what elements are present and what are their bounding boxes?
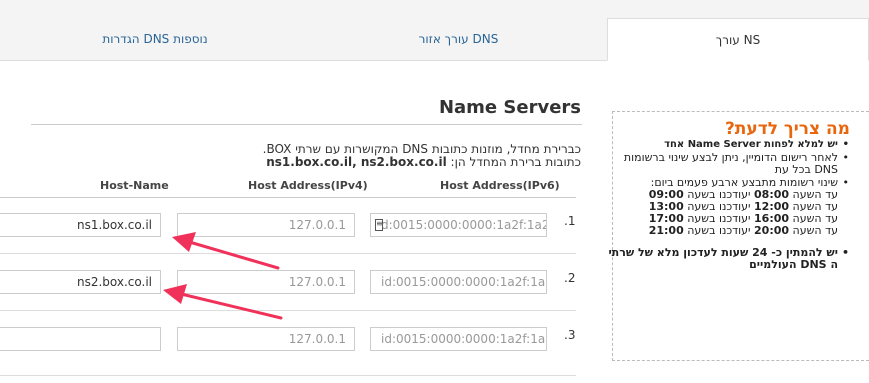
row-number-3: .3 <box>564 328 576 342</box>
tab-bar: הגדרות DNS נוספות עורך אזור DNS עורך NS <box>0 0 869 61</box>
info-line-2-prefix: כתובות ברירת המחדל הן: <box>450 155 581 169</box>
schedule-to: 21:00 <box>648 224 684 237</box>
schedule-prefix: עד השעה <box>792 224 838 237</box>
row-divider <box>0 310 576 311</box>
schedule-line: עד השעה 20:00 יעודכנו בשעה 21:00 <box>608 225 838 237</box>
hostname-input-3[interactable] <box>0 327 161 351</box>
tab-dns-zone-editor[interactable]: עורך אזור DNS <box>310 18 607 60</box>
ipv6-placeholder-1: d:0015:0000:0000:1a2f:1a2b <box>381 218 547 232</box>
row-number-2: .2 <box>564 271 576 285</box>
ipv4-input-1[interactable]: 127.0.0.1 <box>177 213 355 237</box>
header-ipv6: Host Address(IPv6) <box>440 179 560 192</box>
row-divider <box>0 375 576 376</box>
section-info: כברירת מחדל, מוזנות כתובות DNS המקושרות … <box>161 143 581 169</box>
schedule-mid: יעודכנו בשעה <box>687 224 751 237</box>
info-item-schedule: שינוי רשומות מתבצע ארבע פעמים ביום: עד ה… <box>608 177 849 237</box>
header-hostname: Host-Name <box>100 179 169 192</box>
ipv4-input-3[interactable]: 127.0.0.1 <box>177 327 355 351</box>
default-nameservers: ns1.box.co.il, ns2.box.co.il <box>266 155 447 169</box>
tab-ns-editor[interactable]: עורך NS <box>607 18 869 61</box>
hostname-input-2[interactable]: ns2.box.co.il <box>0 270 161 294</box>
schedule-from: 20:00 <box>754 224 790 237</box>
info-item-change-anytime: לאחר רישום הדומיין, ניתן לבצע שינוי ברשו… <box>608 152 849 176</box>
ipv6-input-3[interactable]: id:0015:0000:0000:1a2f:1a2b <box>370 327 547 351</box>
row-number-1: .1 <box>564 214 576 228</box>
info-line-2: כתובות ברירת המחדל הן: ns1.box.co.il, ns… <box>161 156 581 169</box>
ipv6-field-icon: ≡ <box>375 219 383 231</box>
tab-additional-dns-settings[interactable]: הגדרות DNS נוספות <box>0 18 310 60</box>
section-title: Name Servers <box>438 97 581 118</box>
info-list: יש למלא לפחות Name Server אחד לאחר רישום… <box>608 139 850 272</box>
ipv4-input-2[interactable]: 127.0.0.1 <box>177 270 355 294</box>
info-item-propagation: יש להמתין כ- 24 שעות לעדכון מלא של שרתי … <box>608 247 849 271</box>
row-divider <box>0 253 576 254</box>
header-divider <box>0 197 576 198</box>
ipv6-input-2[interactable]: id:0015:0000:0000:1a2f:1a2b <box>370 270 547 294</box>
header-ipv4: Host Address(IPv4) <box>248 179 368 192</box>
info-box-title: מה צריך לדעת? <box>724 119 850 139</box>
ipv6-input-1[interactable]: ≡ d:0015:0000:0000:1a2f:1a2b <box>370 213 547 237</box>
title-divider <box>31 124 582 125</box>
info-item-min-ns: יש למלא לפחות Name Server אחד <box>608 139 849 151</box>
hostname-input-1[interactable]: ns1.box.co.il <box>0 213 161 237</box>
